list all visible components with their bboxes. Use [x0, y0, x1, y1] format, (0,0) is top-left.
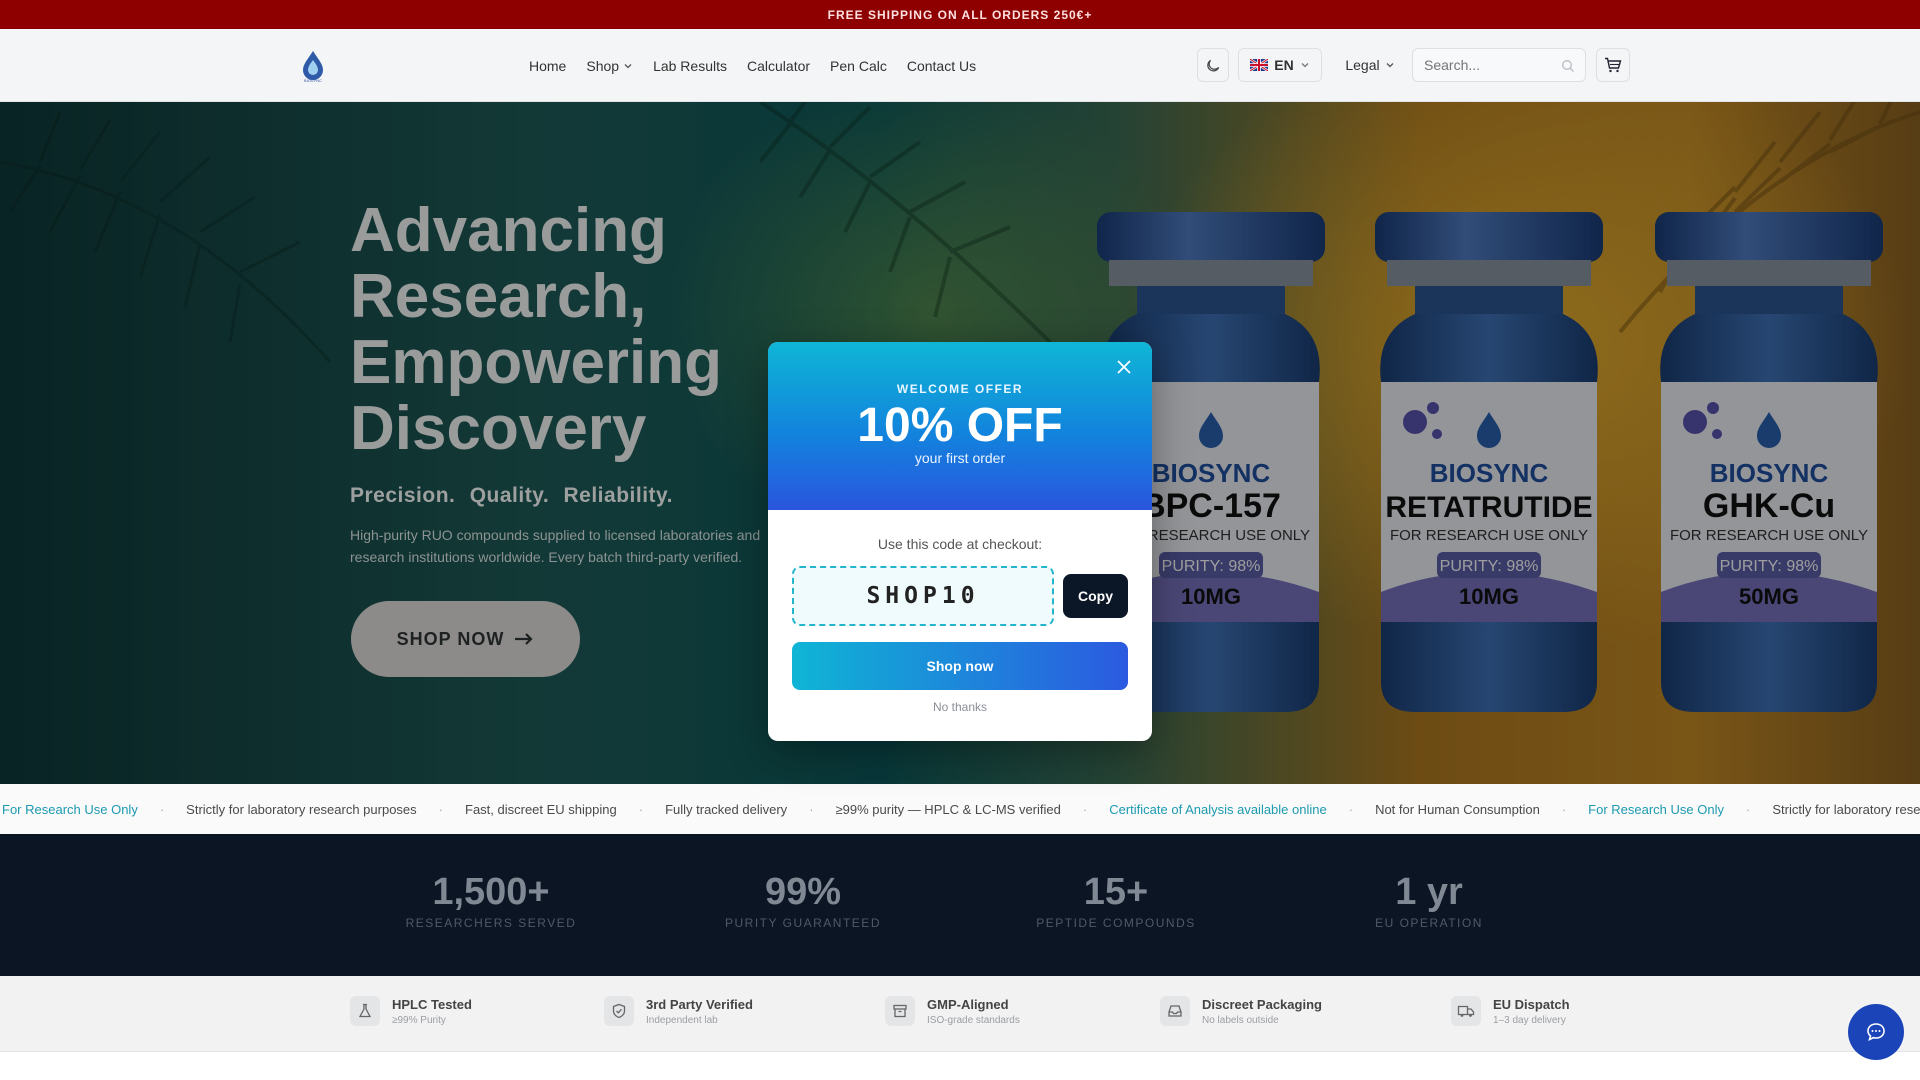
stat-value: 15+ — [1083, 871, 1149, 913]
inbox-icon — [1160, 996, 1190, 1026]
feature-hplc: HPLC Tested ≥99% Purity — [350, 996, 472, 1026]
feature-eu-dispatch: EU Dispatch 1–3 day delivery — [1451, 996, 1570, 1026]
feature-subtitle: ≥99% Purity — [392, 1014, 446, 1026]
feature-title: HPLC Tested — [392, 996, 472, 1012]
legal-menu[interactable]: Legal — [1338, 48, 1402, 82]
modal-subheadline: your first order — [914, 450, 1006, 466]
moon-icon — [1206, 59, 1219, 71]
main-nav: Home Shop Lab Results Calculator Pen Cal… — [529, 29, 976, 102]
hero-tagline: Precision. Quality. Reliability. — [350, 484, 673, 507]
stat-value: 1 yr — [1395, 871, 1463, 913]
svg-text:BIOSYNC: BIOSYNC — [304, 78, 322, 83]
search-input[interactable] — [1424, 57, 1554, 73]
ticker-item: Strictly for laboratory research purpose… — [1772, 801, 1920, 817]
ticker-item: Fast, discreet EU shipping — [465, 801, 617, 817]
theme-toggle-button[interactable] — [1197, 48, 1229, 82]
feature-3rd-party: 3rd Party Verified Independent lab — [604, 996, 753, 1026]
stats-band: 1,500+ RESEARCHERS SERVED 99% PURITY GUA… — [0, 834, 1920, 976]
coupon-row: SHOP10 Copy — [768, 566, 1152, 626]
search-icon[interactable] — [1561, 59, 1575, 73]
nav-home[interactable]: Home — [529, 58, 566, 74]
close-icon[interactable] — [1114, 358, 1134, 378]
modal-header: WELCOME OFFER 10% OFF your first order — [768, 342, 1152, 510]
nav-shop-label: Shop — [586, 57, 620, 74]
nav-lab-results[interactable]: Lab Results — [653, 58, 727, 74]
ticker-item: Certificate of Analysis available online — [1109, 801, 1327, 817]
stat-researchers: 1,500+ RESEARCHERS SERVED — [391, 872, 591, 930]
feature-subtitle: 1–3 day delivery — [1493, 1014, 1566, 1026]
chat-button[interactable] — [1848, 1004, 1904, 1060]
stat-value: 99% — [764, 871, 842, 913]
nav-calculator[interactable]: Calculator — [747, 58, 810, 74]
stat-label: PURITY GUARANTEED — [725, 916, 881, 930]
ticker-item: Not for Human Consumption — [1375, 801, 1540, 817]
flask-icon — [350, 996, 380, 1026]
stat-operation: 1 yr EU OPERATION — [1329, 872, 1529, 930]
nav-pen-calc[interactable]: Pen Calc — [830, 58, 887, 74]
feature-subtitle: No labels outside — [1202, 1014, 1279, 1026]
feature-subtitle: Independent lab — [646, 1014, 718, 1026]
chevron-down-icon — [1386, 63, 1394, 68]
modal-headline: 10% OFF — [857, 399, 1063, 452]
modal-hint: Use this code at checkout: — [877, 536, 1043, 552]
chevron-down-icon — [624, 63, 632, 68]
stat-value: 1,500+ — [432, 871, 550, 913]
feature-title: EU Dispatch — [1493, 996, 1570, 1012]
chevron-down-icon — [1301, 63, 1309, 68]
cart-button[interactable] — [1596, 48, 1630, 82]
stat-label: RESEARCHERS SERVED — [405, 916, 577, 930]
feature-subtitle: ISO-grade standards — [927, 1014, 1020, 1026]
feature-title: 3rd Party Verified — [646, 996, 753, 1012]
nav-shop[interactable]: Shop — [586, 58, 633, 74]
feature-gmp: GMP-Aligned ISO-grade standards — [885, 996, 1020, 1026]
truck-icon — [1451, 996, 1481, 1026]
modal-shop-now-button[interactable]: Shop now — [792, 642, 1128, 690]
hero-description: High-purity RUO compounds supplied to li… — [350, 527, 761, 565]
coupon-code[interactable]: SHOP10 — [792, 566, 1054, 626]
site-header: BIOSYNC Home Shop Lab Results Calculator… — [0, 29, 1920, 102]
stat-label: EU OPERATION — [1375, 916, 1483, 930]
feature-title: GMP-Aligned — [927, 996, 1009, 1012]
hero-shop-now-button[interactable]: SHOP NOW — [351, 601, 580, 677]
stat-label: PEPTIDE COMPOUNDS — [1036, 916, 1196, 930]
ticker-item: For Research Use Only — [1588, 801, 1724, 817]
stat-purity: 99% PURITY GUARANTEED — [703, 872, 903, 930]
cart-icon — [1605, 57, 1622, 73]
promo-bar: FREE SHIPPING ON ALL ORDERS 250€+ — [0, 0, 1920, 29]
hero-shop-now-label: SHOP NOW — [396, 628, 505, 649]
stat-compounds: 15+ PEPTIDE COMPOUNDS — [1016, 872, 1216, 930]
copy-code-button[interactable]: Copy — [1063, 574, 1128, 618]
modal-eyebrow: WELCOME OFFER — [896, 382, 1024, 396]
ticker-item: Strictly for laboratory research purpose… — [186, 801, 417, 817]
nav-contact-us[interactable]: Contact Us — [907, 58, 976, 74]
brand-logo[interactable]: BIOSYNC — [298, 49, 328, 83]
chat-bubble-icon — [1867, 1023, 1885, 1041]
shield-check-icon — [604, 996, 634, 1026]
no-thanks-link[interactable]: No thanks — [768, 700, 1152, 714]
legal-label: Legal — [1345, 57, 1380, 73]
drop-logo-icon: BIOSYNC — [303, 51, 323, 83]
search-box — [1412, 48, 1586, 82]
uk-flag-icon — [1250, 59, 1269, 71]
arrow-right-icon — [515, 633, 533, 645]
feature-packaging: Discreet Packaging No labels outside — [1160, 996, 1322, 1026]
feature-title: Discreet Packaging — [1202, 996, 1322, 1012]
ticker-item: For Research Use Only — [2, 801, 138, 817]
ticker-item: ≥99% purity — HPLC & LC-MS verified — [835, 801, 1061, 817]
features-bar: HPLC Tested ≥99% Purity 3rd Party Verifie… — [0, 976, 1920, 1052]
archive-box-icon — [885, 996, 915, 1026]
language-selector[interactable]: EN — [1238, 48, 1322, 82]
ticker-item: Fully tracked delivery — [665, 801, 788, 817]
modal-body: Use this code at checkout: SHOP10 Copy S… — [768, 510, 1152, 714]
announcement-ticker: For Research Use Only · Strictly for labo… — [0, 784, 1920, 834]
language-label: EN — [1274, 57, 1294, 73]
welcome-offer-modal: WELCOME OFFER 10% OFF your first order U… — [768, 342, 1152, 741]
promo-text: FREE SHIPPING ON ALL ORDERS 250€+ — [827, 7, 1093, 22]
